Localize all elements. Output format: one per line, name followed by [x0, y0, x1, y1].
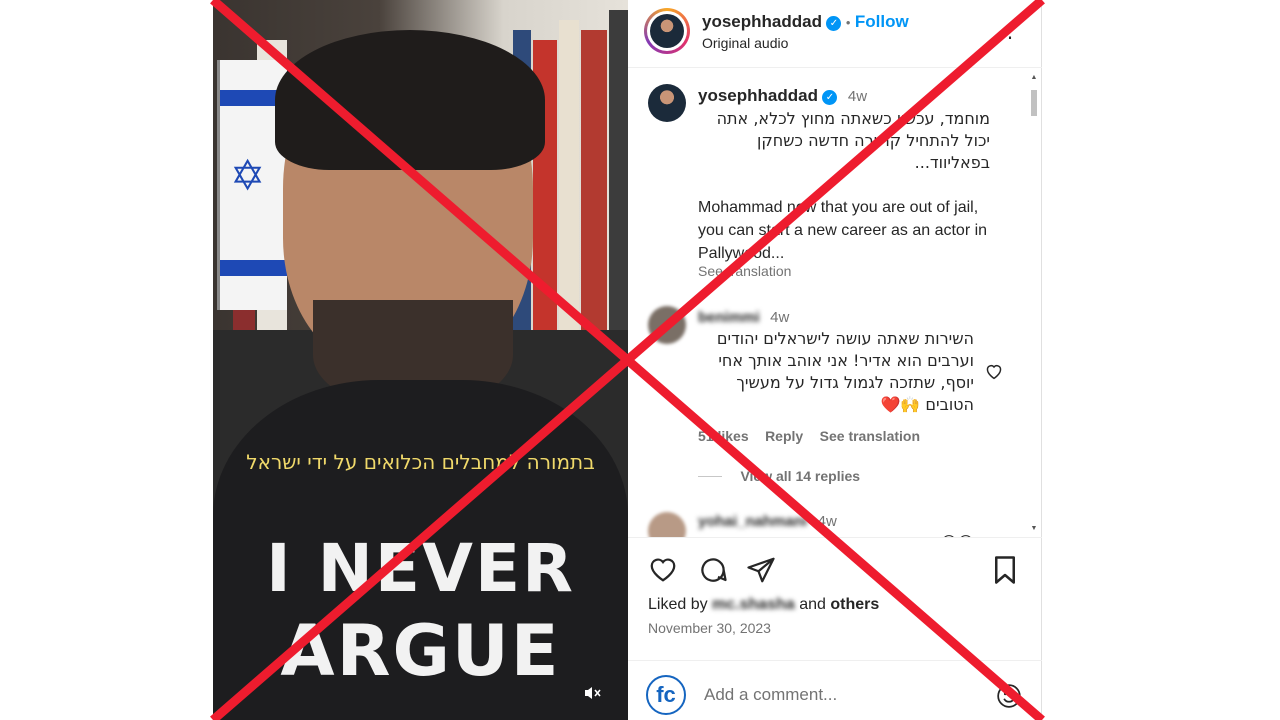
- paper-plane-icon: [747, 557, 775, 583]
- like-button[interactable]: [648, 555, 678, 588]
- comment-likes[interactable]: 51 likes: [698, 428, 749, 444]
- scroll-down-icon[interactable]: ▼: [1030, 525, 1038, 532]
- book: [609, 10, 628, 330]
- share-button[interactable]: [746, 555, 776, 590]
- add-comment-bar: fc Add a comment...: [628, 660, 1042, 720]
- comment-username[interactable]: benimmi: [698, 309, 760, 326]
- avatar[interactable]: [648, 306, 686, 344]
- reply-button[interactable]: Reply: [765, 428, 803, 444]
- see-translation-link[interactable]: See translation: [698, 263, 791, 279]
- separator: •: [845, 15, 851, 30]
- post-panel: yosephhaddad ✓ • Follow Original audio ⋮…: [628, 0, 1042, 720]
- follow-button[interactable]: Follow: [855, 12, 909, 31]
- star-of-david-icon: ✡: [230, 152, 266, 199]
- comment-time[interactable]: 4w: [818, 513, 837, 530]
- shirt-text-line2: ARGUE: [280, 610, 561, 692]
- verified-badge-icon: ✓: [822, 90, 838, 105]
- view-replies-link[interactable]: View all 14 replies: [740, 468, 860, 484]
- avatar[interactable]: [648, 512, 686, 537]
- speaker-muted-icon: [585, 687, 601, 699]
- heart-outline-icon: [986, 364, 1002, 380]
- comment-item: benimmi 4w השירות שאתה עושה לישראלים יהו…: [628, 300, 1028, 485]
- story-ring[interactable]: [644, 8, 690, 54]
- caption-title-row: yosephhaddad ✓ 4w: [698, 86, 867, 106]
- comment-title-row: benimmi 4w: [698, 309, 789, 327]
- comment-item: yohai_nahmani 4w 😅😅: [628, 508, 1028, 537]
- shirt-text-line1: I NEVER: [266, 530, 575, 607]
- caption-username[interactable]: yosephhaddad: [698, 86, 818, 105]
- fc-logo: fc: [646, 675, 686, 715]
- video-subtitle: בתמורה למחבלים הכלואים על ידי ישראל: [246, 450, 595, 474]
- audio-label[interactable]: Original audio: [702, 35, 788, 51]
- comment-bubble-icon: [701, 558, 727, 582]
- screenshot: ✡ בתמורה למחבלים הכלואים על ידי ישראל I …: [0, 0, 1280, 720]
- post-header: yosephhaddad ✓ • Follow Original audio ⋮: [628, 0, 1042, 68]
- verified-badge-icon: ✓: [826, 16, 842, 31]
- comments-scrollbar[interactable]: ▲ ▼: [1030, 74, 1038, 532]
- avatar: [650, 14, 684, 48]
- caption-english-text: Mohammad now that you are out of jail, y…: [698, 199, 988, 262]
- book: [581, 30, 607, 330]
- save-button[interactable]: [992, 555, 1018, 590]
- heart-icon: [650, 558, 676, 582]
- video-player[interactable]: ✡ בתמורה למחבלים הכלואים על ידי ישראל I …: [213, 0, 628, 720]
- header-username[interactable]: yosephhaddad: [702, 12, 822, 31]
- flag-stripe: [220, 260, 287, 276]
- caption-time[interactable]: 4w: [848, 88, 867, 105]
- scroll-up-icon[interactable]: ▲: [1030, 74, 1038, 81]
- comment-text: 😅😅: [698, 532, 974, 537]
- comment-button[interactable]: [698, 555, 728, 590]
- post-date[interactable]: November 30, 2023: [648, 620, 771, 636]
- comment-username[interactable]: yohai_nahmani: [698, 513, 807, 530]
- avatar[interactable]: [648, 84, 686, 122]
- view-replies-row[interactable]: View all 14 replies: [698, 468, 860, 486]
- comment-time[interactable]: 4w: [770, 309, 789, 326]
- comment-text: השירות שאתה עושה לישראלים יהודים וערבים …: [716, 329, 974, 414]
- liked-by-prefix: Liked by: [648, 596, 708, 613]
- comments-list[interactable]: yosephhaddad ✓ 4w מוחמד, עכשיו כשאתה מחו…: [628, 68, 1042, 538]
- liked-by-row: Liked by mc.shasha and others: [648, 596, 879, 614]
- person-hair: [275, 30, 545, 170]
- book: [559, 20, 579, 330]
- emoji-picker-button[interactable]: [996, 683, 1022, 714]
- header-title-row: yosephhaddad ✓ • Follow: [702, 12, 909, 32]
- liked-by-others[interactable]: others: [830, 596, 879, 613]
- more-options-icon[interactable]: ⋮: [1000, 18, 1020, 43]
- replies-divider: [698, 476, 722, 477]
- smiley-icon: [997, 684, 1021, 708]
- comment-input[interactable]: Add a comment...: [704, 685, 837, 705]
- liked-by-user[interactable]: mc.shasha: [712, 596, 795, 613]
- action-bar: [628, 545, 1042, 595]
- post-caption: yosephhaddad ✓ 4w מוחמד, עכשיו כשאתה מחו…: [628, 68, 1028, 283]
- bookmark-icon: [995, 556, 1015, 584]
- caption-hebrew-text: מוחמד, עכשיו כשאתה מחוץ לכלא, אתה יכול ל…: [716, 109, 990, 172]
- like-comment-icon[interactable]: [984, 362, 1004, 385]
- see-translation-link[interactable]: See translation: [820, 428, 920, 444]
- liked-by-and: and: [799, 596, 826, 613]
- comment-meta-row: 51 likes Reply See translation: [698, 428, 920, 446]
- scrollbar-thumb[interactable]: [1031, 90, 1037, 116]
- mute-icon[interactable]: [581, 683, 603, 705]
- comment-title-row: yohai_nahmani 4w: [698, 513, 837, 531]
